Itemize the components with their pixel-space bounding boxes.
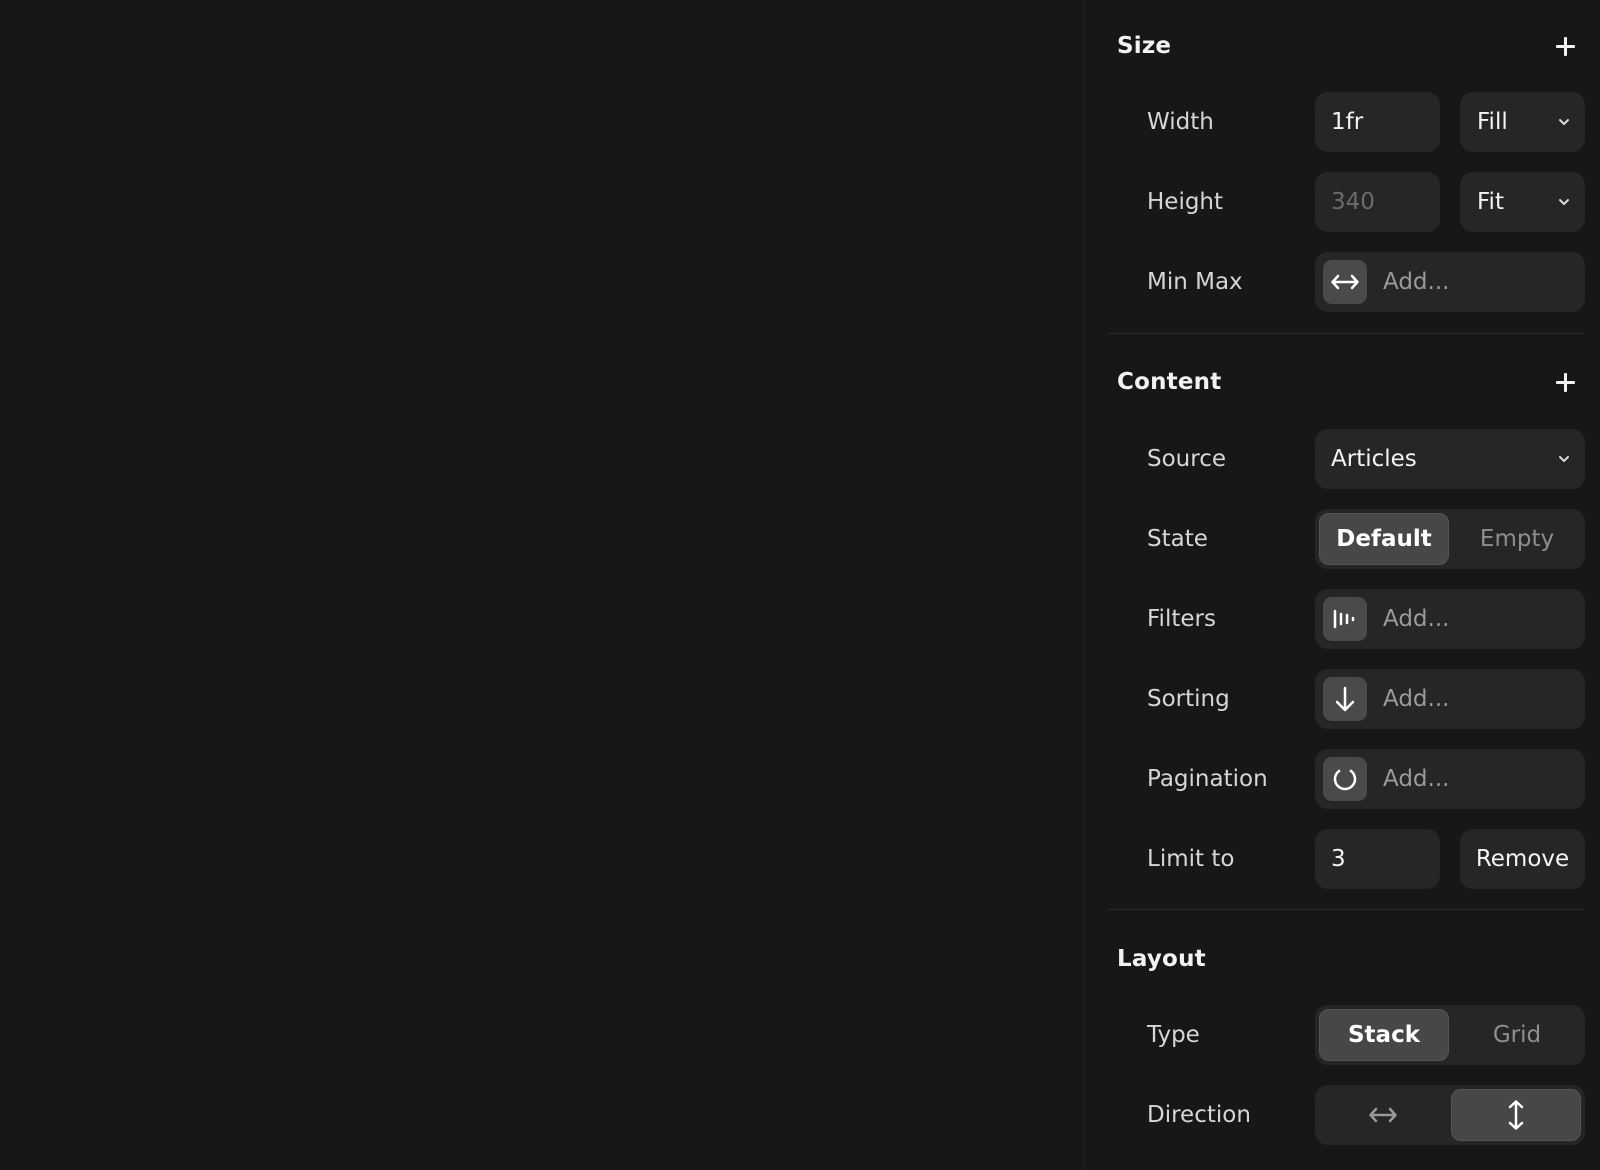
- chevron-down-icon: [1559, 199, 1569, 205]
- filters-add-field[interactable]: Add...: [1315, 589, 1585, 649]
- type-segmented-control: Stack Grid: [1315, 1005, 1585, 1065]
- content-section-title: Content: [1117, 369, 1222, 395]
- direction-horizontal-option[interactable]: [1319, 1089, 1447, 1141]
- vertical-arrows-icon: [1508, 1100, 1524, 1130]
- limit-label: Limit to: [1147, 846, 1235, 872]
- height-mode-select[interactable]: Fit: [1460, 172, 1585, 232]
- height-input[interactable]: 340: [1315, 172, 1440, 232]
- width-mode-value: Fill: [1477, 109, 1508, 135]
- arrow-down-icon: [1323, 677, 1367, 721]
- remove-limit-button[interactable]: Remove: [1460, 829, 1585, 889]
- pagination-label: Pagination: [1147, 766, 1268, 792]
- remove-label: Remove: [1475, 846, 1570, 872]
- source-value: Articles: [1331, 446, 1417, 472]
- width-row: Width 1fr Fill: [1085, 92, 1600, 152]
- type-row: Type Stack Grid: [1085, 1005, 1600, 1065]
- chevron-down-icon: [1559, 119, 1569, 125]
- state-option-default[interactable]: Default: [1319, 513, 1449, 565]
- sorting-label: Sorting: [1147, 686, 1230, 712]
- section-divider: [1107, 333, 1585, 334]
- state-segmented-control: Default Empty: [1315, 509, 1585, 569]
- source-label: Source: [1147, 446, 1226, 472]
- height-row: Height 340 Fit: [1085, 172, 1600, 232]
- pagination-add-field[interactable]: Add...: [1315, 749, 1585, 809]
- content-section-header: Content: [1117, 362, 1581, 402]
- width-label: Width: [1147, 109, 1214, 135]
- state-label: State: [1147, 526, 1208, 552]
- layout-section-header: Layout: [1117, 939, 1581, 979]
- source-row: Source Articles: [1085, 429, 1600, 489]
- size-section-header: Size: [1117, 26, 1581, 66]
- direction-label: Direction: [1147, 1102, 1251, 1128]
- horizontal-arrows-icon: [1369, 1107, 1397, 1123]
- content-add-icon[interactable]: [1549, 366, 1581, 398]
- type-label: Type: [1147, 1022, 1200, 1048]
- properties-panel: Size Width 1fr Fill Height 340 Fit Min M…: [1084, 0, 1600, 1170]
- chevron-down-icon: [1559, 456, 1569, 462]
- height-mode-value: Fit: [1477, 189, 1504, 215]
- minmax-label: Min Max: [1147, 269, 1243, 295]
- section-divider: [1107, 909, 1585, 910]
- height-placeholder: 340: [1331, 189, 1375, 215]
- minmax-add-field[interactable]: Add...: [1315, 252, 1585, 312]
- type-option-stack[interactable]: Stack: [1319, 1009, 1449, 1061]
- layout-section-title: Layout: [1117, 946, 1206, 972]
- size-add-icon[interactable]: [1549, 30, 1581, 62]
- sorting-add-text: Add...: [1383, 686, 1450, 712]
- pagination-add-text: Add...: [1383, 766, 1450, 792]
- loading-circle-icon: [1323, 757, 1367, 801]
- limit-row: Limit to 3 Remove: [1085, 829, 1600, 889]
- width-value: 1fr: [1331, 109, 1364, 135]
- direction-row: Direction: [1085, 1085, 1600, 1145]
- sorting-add-field[interactable]: Add...: [1315, 669, 1585, 729]
- sorting-row: Sorting Add...: [1085, 669, 1600, 729]
- minmax-add-text: Add...: [1383, 269, 1450, 295]
- state-row: State Default Empty: [1085, 509, 1600, 569]
- size-section-title: Size: [1117, 33, 1172, 59]
- type-option-grid[interactable]: Grid: [1453, 1009, 1581, 1061]
- source-select[interactable]: Articles: [1315, 429, 1585, 489]
- horizontal-arrows-icon: [1323, 260, 1367, 304]
- width-mode-select[interactable]: Fill: [1460, 92, 1585, 152]
- filter-bars-icon: [1323, 597, 1367, 641]
- direction-vertical-option[interactable]: [1451, 1089, 1581, 1141]
- limit-input[interactable]: 3: [1315, 829, 1440, 889]
- minmax-row: Min Max Add...: [1085, 252, 1600, 312]
- filters-add-text: Add...: [1383, 606, 1450, 632]
- direction-segmented-control: [1315, 1085, 1585, 1145]
- limit-value: 3: [1331, 846, 1346, 872]
- canvas-area[interactable]: [0, 0, 1084, 1170]
- filters-label: Filters: [1147, 606, 1216, 632]
- filters-row: Filters Add...: [1085, 589, 1600, 649]
- state-option-empty[interactable]: Empty: [1453, 513, 1581, 565]
- pagination-row: Pagination Add...: [1085, 749, 1600, 809]
- width-input[interactable]: 1fr: [1315, 92, 1440, 152]
- height-label: Height: [1147, 189, 1224, 215]
